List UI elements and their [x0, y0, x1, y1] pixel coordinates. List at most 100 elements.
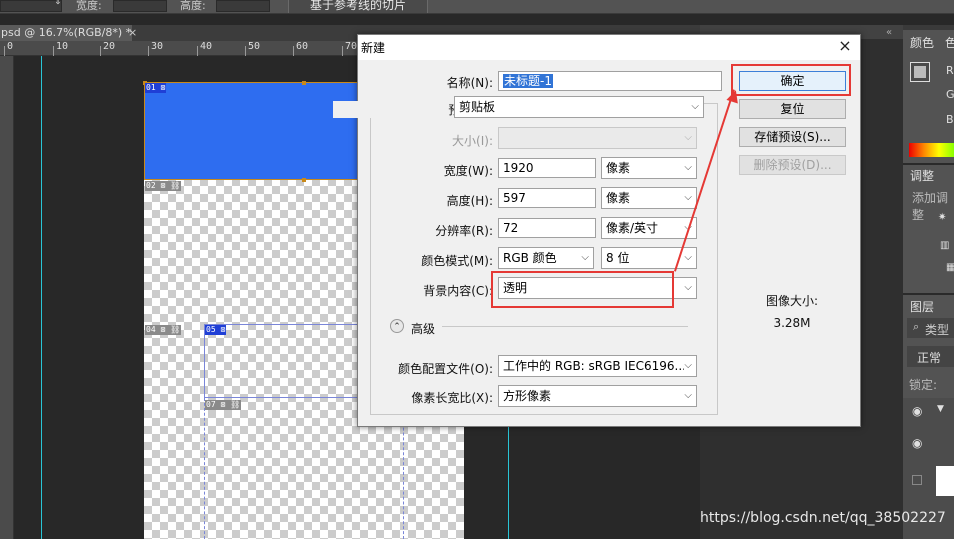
slice-tag[interactable]: 01 ⊠: [145, 83, 167, 93]
advanced-toggle[interactable]: ⌃: [390, 319, 404, 333]
r-label: R: [946, 64, 954, 77]
color-profile-label: 颜色配置文件(O):: [398, 362, 493, 376]
resolution-label: 分辨率(R):: [435, 224, 493, 238]
panel-divider: [903, 293, 954, 295]
width-label: 宽度:: [76, 0, 102, 12]
lock-label: 锁定:: [909, 378, 938, 392]
search-icon: ⌕: [913, 320, 920, 333]
width-field[interactable]: [113, 0, 167, 12]
guide-line: [41, 56, 42, 539]
color-mode-select[interactable]: RGB 颜色 ⌵: [498, 247, 594, 269]
name-field[interactable]: 未标题-1: [498, 71, 722, 91]
panel-divider: [903, 163, 954, 165]
collapse-icon[interactable]: «: [886, 27, 892, 38]
height-unit-select[interactable]: 像素 ⌵: [601, 187, 697, 209]
levels-icon[interactable]: ▥: [940, 240, 949, 251]
visibility-eye-icon[interactable]: ◉: [912, 436, 922, 450]
group-arrow-icon[interactable]: ▼: [937, 404, 944, 414]
delete-preset-button[interactable]: 删除预设(D)...: [739, 155, 846, 175]
dialog-titlebar: [358, 35, 860, 60]
visibility-eye-icon[interactable]: ◉: [912, 404, 922, 418]
document-tab[interactable]: psd @ 16.7%(RGB/8*) *: [0, 25, 132, 42]
pixel-aspect-select[interactable]: 方形像素 ⌵: [498, 385, 697, 407]
width-unit-value: 像素: [606, 161, 631, 175]
chevron-down-icon: ⌵: [684, 282, 692, 293]
color-spectrum[interactable]: [909, 143, 954, 157]
ruler-tick: [100, 46, 101, 56]
g-label: G: [946, 88, 954, 101]
slices-from-guides-button[interactable]: 基于参考线的切片: [288, 0, 428, 13]
height-field[interactable]: [216, 0, 270, 12]
watermark: https://blog.csdn.net/qq_38502227: [700, 510, 946, 526]
blend-mode-value: 正常: [917, 351, 942, 365]
ruler-tick: [342, 46, 343, 56]
ruler-label: 50: [248, 41, 261, 52]
ruler-tick: [197, 46, 198, 56]
bit-depth-value: 8 位: [606, 251, 630, 265]
resolution-input[interactable]: 72: [498, 218, 596, 238]
chevron-down-icon: ⌵: [684, 162, 692, 173]
reset-button[interactable]: 复位: [739, 99, 846, 119]
ruler-label: 20: [103, 41, 116, 52]
width-input[interactable]: 1920: [498, 158, 596, 178]
style-dropdown[interactable]: [0, 0, 62, 12]
height-label: 高度:: [180, 0, 206, 12]
b-label: B: [946, 113, 954, 126]
color-mode-label: 颜色模式(M):: [421, 254, 493, 268]
name-label: 名称(N):: [446, 76, 493, 90]
brightness-icon[interactable]: ✷: [938, 212, 946, 223]
ruler-label: 70: [345, 41, 358, 52]
tab-swatches[interactable]: 色: [945, 34, 954, 51]
options-bar: ⇕ 宽度: 高度: 基于参考线的切片: [0, 0, 954, 14]
ruler-label: 30: [151, 41, 164, 52]
color-profile-value: 工作中的 RGB: sRGB IEC6196...: [503, 359, 686, 373]
layer-thumbnail: [936, 466, 954, 496]
chevron-down-icon: ⌵: [691, 101, 699, 112]
updown-icon: ⇕: [54, 0, 62, 7]
chevron-down-icon: ⌵: [684, 192, 692, 203]
ruler-label: 10: [56, 41, 69, 52]
color-fill: [914, 66, 926, 78]
guide-line: [508, 427, 509, 539]
close-icon[interactable]: ×: [835, 37, 855, 57]
image-size-label: 图像大小:: [765, 294, 819, 308]
anchor-handle[interactable]: [302, 81, 306, 85]
chevron-down-icon: ⌵: [581, 252, 589, 263]
channel-icon[interactable]: ▦: [946, 262, 954, 273]
slice-tag[interactable]: 07 ⊠ ⛓: [205, 400, 242, 410]
annotation-box-ok: [731, 64, 851, 96]
tab-layers[interactable]: 图层: [910, 298, 934, 315]
ruler-tick: [148, 46, 149, 56]
size-select[interactable]: ⌵: [498, 127, 697, 149]
pixel-aspect-value: 方形像素: [503, 389, 552, 403]
tab-adjustments[interactable]: 调整: [910, 167, 934, 184]
blend-mode-dropdown[interactable]: 正常: [907, 346, 954, 367]
ruler-tick: [245, 46, 246, 56]
visibility-toggle[interactable]: [912, 475, 922, 485]
chevron-down-icon: ⌵: [684, 252, 692, 263]
annotation-box-background: [491, 271, 674, 308]
ruler-label: 60: [296, 41, 309, 52]
advanced-divider: [442, 326, 688, 327]
preset-select[interactable]: 剪贴板 ⌵: [454, 96, 704, 118]
height-unit-value: 像素: [606, 191, 631, 205]
pixel-aspect-label: 像素长宽比(X):: [411, 391, 493, 405]
width-unit-select[interactable]: 像素 ⌵: [601, 157, 697, 179]
layers-filter[interactable]: ⌕ 类型: [907, 318, 954, 338]
height-input[interactable]: 597: [498, 188, 596, 208]
resolution-unit-select[interactable]: 像素/英寸⌵: [601, 217, 697, 239]
slice-tag[interactable]: 02 ⊠ ⛓: [145, 181, 182, 191]
tab-color[interactable]: 颜色: [910, 34, 934, 51]
size-label: 大小(I):: [452, 134, 493, 148]
chevron-down-icon: ⌵: [684, 390, 692, 401]
slice-tag[interactable]: 05 ⊠: [205, 325, 227, 335]
color-profile-select[interactable]: 工作中的 RGB: sRGB IEC6196... ⌵: [498, 355, 697, 377]
height-label: 高度(H):: [446, 194, 493, 208]
anchor-handle[interactable]: [302, 178, 306, 182]
close-tab-icon[interactable]: ×: [128, 25, 142, 42]
ruler-tick: [53, 46, 54, 56]
save-preset-button[interactable]: 存储预设(S)...: [739, 127, 846, 147]
advanced-label: 高级: [411, 322, 436, 336]
chevron-down-icon: ⌵: [684, 132, 692, 143]
slice-tag[interactable]: 04 ⊠ ⛓: [145, 325, 182, 335]
